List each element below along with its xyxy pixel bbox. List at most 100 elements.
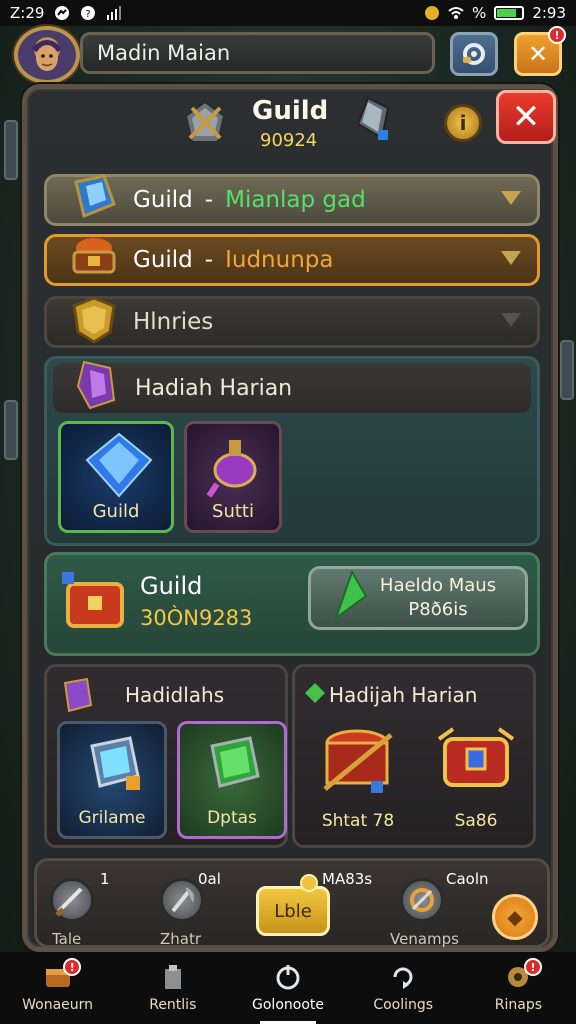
notification-icon: ? <box>81 6 96 20</box>
nav-badge: ! <box>63 958 82 976</box>
item-label: Guild <box>92 501 140 522</box>
side-tab-right <box>560 340 574 400</box>
gold-chest-icon <box>437 727 515 787</box>
nav-label: Coolings <box>373 997 434 1013</box>
row-value: Mianlap gad <box>225 187 366 213</box>
signal-icon <box>107 6 122 20</box>
reward-item-card[interactable]: Sa86 <box>421 721 531 839</box>
gear-icon <box>463 43 485 65</box>
guild-box-value: 30ÒN9283 <box>140 606 253 630</box>
slot-label-1: Tale <box>52 930 82 948</box>
side-tab-left <box>4 120 18 180</box>
reward-item-card[interactable]: Shtat 78 <box>303 721 413 839</box>
section-title: Hadidlahs <box>125 683 225 707</box>
reward-item-card[interactable]: Grilame <box>57 721 167 839</box>
reward-item-card[interactable]: Sutti <box>184 421 282 533</box>
slot-label-3: Venamps <box>390 930 459 948</box>
status-time-right: 2:93 <box>532 4 566 22</box>
tools-slot-button[interactable] <box>400 878 444 922</box>
item-label: Shtat 78 <box>321 811 395 831</box>
blue-diamond-icon <box>85 432 153 498</box>
player-avatar[interactable] <box>14 26 80 84</box>
section-title: Hadiah Harian <box>135 375 293 401</box>
orange-action-button[interactable]: ◆ <box>492 894 538 940</box>
center-button-label: Lble <box>274 900 312 922</box>
center-action-button[interactable]: Lble <box>256 886 330 936</box>
settings-button[interactable] <box>450 32 498 76</box>
row-label: Guild <box>133 187 193 213</box>
info-button[interactable]: i <box>444 104 482 142</box>
nav-label: Wonaeurn <box>22 997 94 1013</box>
chevron-down-icon <box>501 313 521 327</box>
coin-icon <box>425 6 440 20</box>
tools-icon <box>410 888 434 912</box>
nav-item-home[interactable]: Wonaeurn ! <box>0 952 115 1024</box>
nav-item-golonoote[interactable]: Golonoote <box>230 952 345 1024</box>
nav-label: Rentlis <box>149 997 197 1013</box>
row-label: Guild <box>133 247 193 273</box>
nav-item-coolings[interactable]: Coolings <box>346 952 461 1024</box>
chevron-down-icon <box>501 191 521 205</box>
status-bar: Z:29 ? % 2:93 <box>0 0 576 26</box>
center-button-badge <box>300 874 318 892</box>
slot-count-2: 0al <box>198 870 221 888</box>
power-icon <box>276 965 300 990</box>
row-label: Hlnries <box>133 309 214 335</box>
slot-count-3: MA83s <box>322 870 373 888</box>
reward-item-card[interactable]: Dptas <box>177 721 287 839</box>
sword-slot-button[interactable] <box>50 878 94 922</box>
item-label: Sutti <box>212 501 254 522</box>
header-alert-badge: ! <box>548 26 566 44</box>
bottom-navigation: Wonaeurn ! Rentlis Golonoote Coolings Ri… <box>0 952 576 1024</box>
slot-count-4: Caoln <box>446 870 489 888</box>
battery-percent: % <box>472 4 487 22</box>
purple-gem-icon <box>76 360 116 410</box>
row-dash: - <box>204 247 214 273</box>
row-dash: - <box>204 187 214 213</box>
item-label: Sa86 <box>454 811 498 831</box>
red-drum-chest-icon <box>323 729 393 793</box>
sword-icon <box>55 887 83 917</box>
blue-crystal-icon <box>74 174 116 219</box>
axe-icon <box>171 887 194 913</box>
svg-text:?: ? <box>86 9 91 20</box>
status-time-left: Z:29 <box>10 4 45 22</box>
panel-close-button[interactable]: ✕ <box>496 90 556 144</box>
nav-item-rinaps[interactable]: Rinaps ! <box>461 952 576 1024</box>
button-line-2: P8ð6is <box>408 599 468 620</box>
nav-item-rentlis[interactable]: Rentlis <box>115 952 230 1024</box>
info-icon: i <box>459 111 467 135</box>
section-title: Hadijah Harian <box>329 683 478 707</box>
messenger-icon <box>55 6 70 20</box>
item-label: Dptas <box>207 808 257 828</box>
nav-label: Rinaps <box>494 997 543 1013</box>
reward-item-card[interactable]: Guild <box>58 421 174 533</box>
panel-title: Guild <box>252 96 329 126</box>
slot-label-2: Zhatr <box>160 930 202 948</box>
shield-icon <box>72 296 116 344</box>
player-name-bar[interactable]: Madin Maian <box>80 32 435 74</box>
green-leaf-icon <box>333 569 368 621</box>
green-gem-icon <box>305 683 325 703</box>
blue-cube-icon <box>90 736 140 790</box>
chevron-down-icon <box>501 251 521 265</box>
crystal-emblem-icon <box>356 96 390 140</box>
daily-section-right: Hadijah Harian Shtat 78 Sa86 <box>292 664 536 848</box>
row-value: Iudnunpa <box>225 247 334 273</box>
guild-emblem-icon <box>184 100 226 143</box>
nav-label: Golonoote <box>252 997 324 1013</box>
panel-subtitle: 90924 <box>260 130 318 151</box>
section-header: Hadiah Harian <box>53 363 531 413</box>
tower-icon <box>164 965 181 989</box>
slot-count-1: 1 <box>100 870 110 888</box>
potion-flask-icon <box>206 440 257 498</box>
purple-crystal-icon <box>63 677 93 713</box>
battery-icon <box>494 6 525 20</box>
item-label: Grilame <box>78 808 146 828</box>
nav-badge: ! <box>524 958 543 976</box>
guild-box-title: Guild <box>140 572 203 600</box>
button-line-1: Haeldo Maus <box>379 575 497 596</box>
close-icon: ✕ <box>527 40 549 68</box>
daily-section-left: Hadidlahs Grilame Dptas <box>44 664 288 848</box>
treasure-chest-icon <box>72 238 116 274</box>
